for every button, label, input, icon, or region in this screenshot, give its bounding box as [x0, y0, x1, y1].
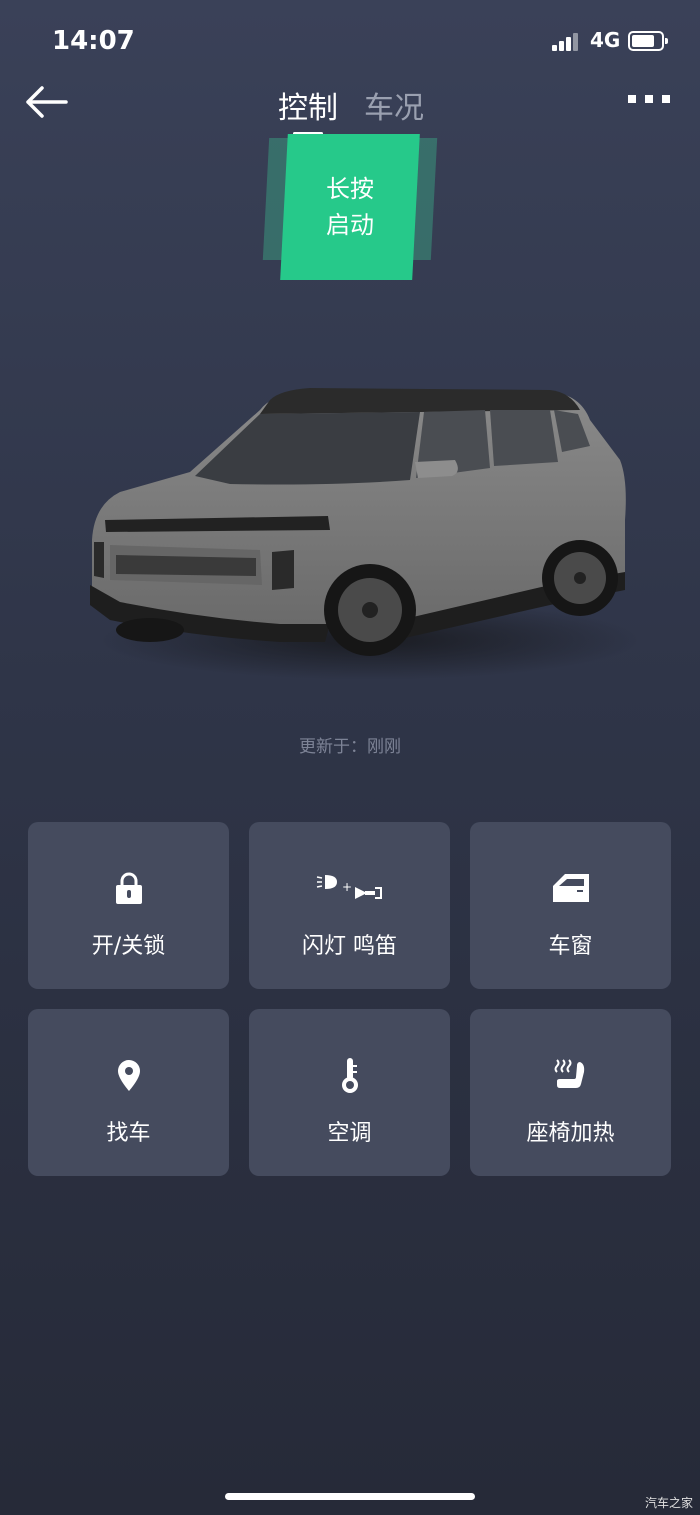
svg-text:+: + [342, 880, 352, 894]
top-nav: 控制 车况 [0, 80, 700, 140]
start-button-wrap: 长按 启动 [262, 134, 438, 280]
watermark: 汽车之家 [645, 1496, 694, 1510]
battery-icon [628, 31, 668, 51]
tab-control[interactable]: 控制 [278, 83, 338, 135]
flash-horn-button[interactable]: + 闪灯 鸣笛 [249, 822, 450, 989]
window-button[interactable]: 车窗 [470, 822, 671, 989]
flash-horn-label: 闪灯 鸣笛 [302, 934, 397, 959]
start-label-line1: 长按 [326, 175, 374, 203]
lock-icon [115, 872, 142, 904]
air-conditioning-button[interactable]: 空调 [249, 1009, 450, 1176]
window-label: 车窗 [548, 934, 593, 959]
car-image [90, 388, 640, 680]
start-label-line2: 启动 [326, 211, 374, 239]
tab-vehicle-status[interactable]: 车况 [364, 83, 424, 127]
more-icon[interactable] [628, 95, 670, 105]
tab-bar: 控制 车况 [278, 83, 424, 135]
lock-unlock-label: 开/关锁 [91, 934, 166, 959]
find-car-label: 找车 [106, 1121, 151, 1146]
back-arrow-icon[interactable] [22, 82, 70, 122]
air-conditioning-label: 空调 [327, 1121, 372, 1146]
status-time: 14:07 [52, 26, 135, 56]
lock-unlock-button[interactable]: 开/关锁 [28, 822, 229, 989]
car-window-icon [552, 874, 589, 902]
seat-heating-label: 座椅加热 [526, 1121, 615, 1146]
find-car-button[interactable]: 找车 [28, 1009, 229, 1176]
long-press-start-button[interactable]: 长按 启动 [280, 134, 420, 280]
network-type: 4G [590, 28, 621, 52]
thermometer-icon [341, 1058, 358, 1093]
last-updated-text: 更新于：刚刚 [299, 737, 401, 757]
cellular-signal-icon [552, 33, 582, 51]
seat-heating-button[interactable]: 座椅加热 [470, 1009, 671, 1176]
location-pin-icon [117, 1060, 140, 1091]
control-grid: 开/关锁 + 闪灯 鸣笛 车窗 找车 空调 座椅加热 [28, 822, 671, 1176]
flash-horn-icon: + [316, 875, 382, 899]
home-indicator[interactable] [225, 1493, 475, 1500]
start-button-label: 长按 启动 [326, 171, 374, 243]
status-bar: 14:07 4G [0, 0, 700, 80]
seat-heat-icon [554, 1059, 584, 1088]
